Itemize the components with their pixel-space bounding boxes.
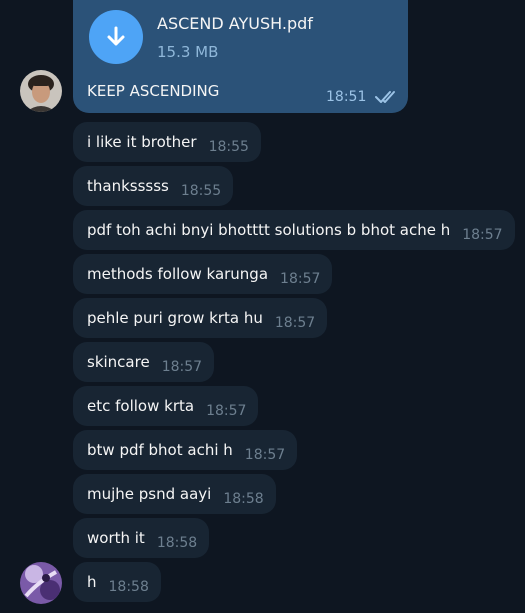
message-time: 18:55 <box>208 138 249 155</box>
chat-area[interactable]: ASCEND AYUSH.pdf 15.3 MB KEEP ASCENDING … <box>0 0 525 613</box>
message-time: 18:57 <box>462 226 503 243</box>
message-time: 18:55 <box>180 182 222 199</box>
file-size: 15.3 MB <box>157 43 219 61</box>
file-name[interactable]: ASCEND AYUSH.pdf <box>157 14 313 33</box>
message-text: pehle puri grow krta hu <box>87 309 263 327</box>
message-text: worth it <box>87 529 145 547</box>
message-bubble[interactable]: h 18:58 <box>73 562 161 602</box>
contact-avatar-image <box>20 562 62 604</box>
message-time: 18:57 <box>206 402 247 419</box>
avatar[interactable] <box>20 562 62 604</box>
file-message-bubble[interactable]: ASCEND AYUSH.pdf 15.3 MB KEEP ASCENDING … <box>73 0 408 113</box>
message-time: 18:57 <box>244 446 286 463</box>
message-bubble[interactable]: methods follow karunga 18:57 <box>73 254 333 294</box>
message-text: h <box>87 573 97 591</box>
user-avatar-image <box>20 70 62 112</box>
message-text: btw pdf bhot achi h <box>87 441 233 459</box>
download-icon <box>107 26 125 46</box>
message-time: 18:57 <box>274 314 316 331</box>
message-time: 18:57 <box>161 358 203 375</box>
message-text: i like it brother <box>87 133 197 151</box>
double-check-icon <box>375 91 395 103</box>
message-time: 18:58 <box>223 490 264 507</box>
message-bubble[interactable]: btw pdf bhot achi h 18:57 <box>73 430 298 470</box>
message-bubble[interactable]: pehle puri grow krta hu 18:57 <box>73 298 328 338</box>
message-time: 18:51 <box>326 89 367 105</box>
message-bubble[interactable]: skincare 18:57 <box>73 342 215 382</box>
message-text: thanksssss <box>87 177 169 195</box>
message-text: mujhe psnd aayi <box>87 485 212 503</box>
message-bubble[interactable]: pdf toh achi bnyi bhotttt solutions b bh… <box>73 210 515 250</box>
message-bubble[interactable]: mujhe psnd aayi 18:58 <box>73 474 276 514</box>
message-bubble[interactable]: thanksssss 18:55 <box>73 166 234 206</box>
file-caption: KEEP ASCENDING <box>87 82 220 100</box>
message-bubble[interactable]: i like it brother 18:55 <box>73 122 261 162</box>
message-text: methods follow karunga <box>87 265 269 283</box>
avatar[interactable] <box>20 70 62 112</box>
message-bubble[interactable]: worth it 18:58 <box>73 518 210 558</box>
message-bubble[interactable]: etc follow krta 18:57 <box>73 386 259 426</box>
message-text: etc follow krta <box>87 397 195 415</box>
message-text: skincare <box>87 353 150 371</box>
message-text: pdf toh achi bnyi bhotttt solutions b bh… <box>87 221 451 239</box>
message-time: 18:57 <box>280 270 321 287</box>
message-time: 18:58 <box>108 578 149 595</box>
message-time: 18:58 <box>156 534 198 551</box>
download-button[interactable] <box>89 10 143 64</box>
